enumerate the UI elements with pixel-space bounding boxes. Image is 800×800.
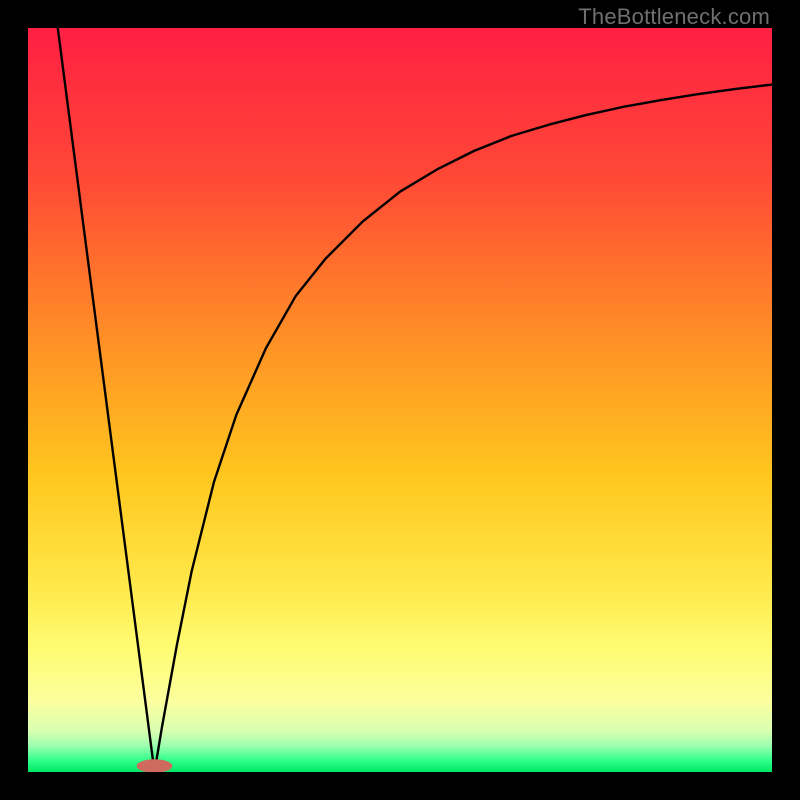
watermark-text: TheBottleneck.com — [578, 4, 770, 30]
chart-svg — [28, 28, 772, 772]
plot-area — [28, 28, 772, 772]
chart-frame: TheBottleneck.com — [0, 0, 800, 800]
